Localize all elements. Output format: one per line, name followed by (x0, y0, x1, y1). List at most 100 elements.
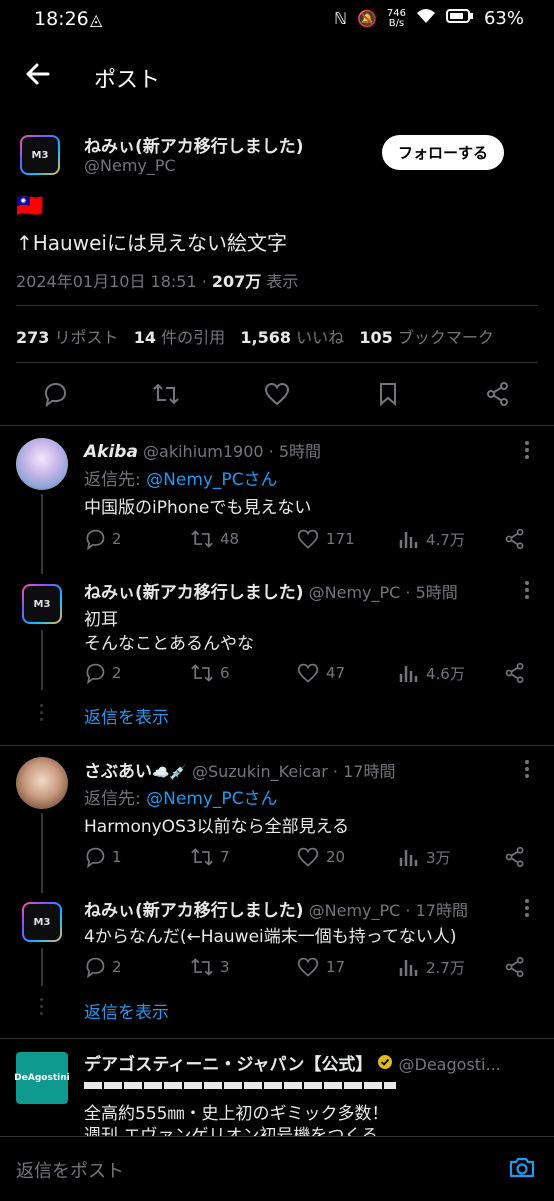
post-meta: 2024年01月10日 18:51 · 207万 表示 (16, 272, 299, 291)
more-icon[interactable] (524, 898, 530, 922)
reply-time: 5時間 (415, 583, 458, 602)
more-icon[interactable] (524, 580, 530, 604)
share-icon[interactable] (485, 381, 511, 411)
reply-to-link[interactable]: @Nemy_PCさん (146, 789, 277, 809)
reply-action-repost[interactable]: 3 (190, 956, 230, 978)
likes-label[interactable]: いいね (296, 328, 344, 347)
quotes-label[interactable]: 件の引用 (161, 328, 225, 347)
reply-action-like[interactable]: 171 (296, 528, 355, 550)
share-icon[interactable] (504, 662, 526, 688)
reply-action-reply[interactable]: 2 (84, 528, 122, 550)
views-count: 4.6万 (426, 664, 465, 683)
share-icon[interactable] (504, 846, 526, 872)
reply-author-name[interactable]: さぶあい (84, 762, 152, 782)
post-stats: 273 リポスト 14 件の引用 1,568 いいね 105 ブックマーク (16, 324, 494, 348)
reply-action-like[interactable]: 17 (296, 956, 345, 978)
reply-action-reply[interactable]: 1 (84, 846, 122, 868)
ad-avatar[interactable]: DeAgostini (14, 1052, 70, 1104)
divider (0, 745, 554, 746)
reply-author-handle[interactable]: @akihium1900 (143, 442, 264, 461)
net-speed: 746 B/s (387, 8, 406, 29)
divider (0, 1038, 554, 1039)
reply-header: ねみぃ(新アカ移行しました) @Nemy_PC · 17時間 (84, 901, 468, 921)
reply-action-repost[interactable]: 48 (190, 528, 239, 550)
back-arrow-icon[interactable] (24, 60, 54, 90)
reply-avatar[interactable] (16, 757, 68, 809)
show-replies-link[interactable]: 返信を表示 (84, 703, 169, 728)
reply-time: 17時間 (415, 901, 468, 920)
reply-header: ねみぃ(新アカ移行しました) @Nemy_PC · 5時間 (84, 583, 458, 603)
bookmark-icon[interactable] (376, 381, 400, 411)
reply-action-like[interactable]: 20 (296, 846, 345, 868)
ad-decor-bar (84, 1082, 396, 1089)
bookmarks-label[interactable]: ブックマーク (398, 328, 494, 347)
reply-action-views[interactable]: 2.7万 (398, 956, 465, 978)
mute-icon: 🔕 (356, 9, 377, 28)
cloud-emoji-icon: ☁️💉 (152, 765, 187, 781)
ad-author-handle[interactable]: @Deagosti... (399, 1055, 501, 1074)
share-icon[interactable] (504, 956, 526, 982)
reply-avatar[interactable] (16, 438, 68, 490)
compose-bar: 返信をポスト (0, 1136, 554, 1201)
share-icon[interactable] (504, 528, 526, 554)
reply-count: 2 (112, 958, 122, 976)
reply-action-repost[interactable]: 6 (190, 662, 230, 684)
reply-action-repost[interactable]: 7 (190, 846, 230, 868)
more-icon[interactable] (524, 759, 530, 783)
reply-action-reply[interactable]: 2 (84, 956, 122, 978)
reply-action-views[interactable]: 4.7万 (398, 528, 465, 550)
reply-action-like[interactable]: 47 (296, 662, 345, 684)
more-icon[interactable] (524, 440, 530, 464)
reply-count: 1 (112, 848, 122, 866)
likes-count[interactable]: 1,568 (240, 328, 291, 347)
reply-action-views[interactable]: 3万 (398, 846, 451, 868)
repost-count: 7 (220, 848, 230, 866)
reply-author-name[interactable]: Akiba (84, 442, 138, 462)
reposts-label[interactable]: リポスト (55, 328, 119, 347)
like-count: 20 (326, 848, 346, 866)
reposts-count[interactable]: 273 (16, 328, 49, 347)
wifi-icon (416, 8, 436, 29)
reply-header: さぶあい☁️💉 @Suzukin_Keicar · 17時間 (84, 762, 396, 782)
author-avatar[interactable]: M3 (20, 135, 60, 175)
reply-avatar[interactable]: M3 (22, 584, 62, 624)
like-count: 17 (326, 958, 346, 976)
repost-count: 6 (220, 664, 230, 682)
bookmarks-count[interactable]: 105 (359, 328, 392, 347)
camera-icon[interactable] (508, 1155, 536, 1183)
reply-to: 返信先: @Nemy_PCさん (84, 465, 278, 490)
reply-author-handle[interactable]: @Nemy_PC (309, 901, 401, 920)
ad-logo-text: DeAgostini (14, 1073, 70, 1083)
thread-line (41, 948, 43, 986)
reply-author-handle[interactable]: @Nemy_PC (309, 583, 401, 602)
thread-dots (40, 704, 44, 725)
reply-author-name[interactable]: ねみぃ(新アカ移行しました) (84, 583, 304, 603)
show-replies-link[interactable]: 返信を表示 (84, 998, 169, 1023)
ad-author-name[interactable]: デアゴスティーニ・ジャパン【公式】 (84, 1055, 372, 1075)
author-handle[interactable]: @Nemy_PC (84, 156, 176, 175)
repost-icon[interactable] (152, 381, 180, 411)
reply-time: 5時間 (278, 442, 322, 461)
status-bar: 18:26 ◬ ℕ 🔕 746 B/s 63% (0, 0, 554, 42)
reply-to-link[interactable]: @Nemy_PCさん (146, 470, 277, 490)
reply-header: Akiba @akihium1900 · 5時間 (84, 442, 322, 462)
divider (16, 362, 538, 363)
reply-author-name[interactable]: ねみぃ(新アカ移行しました) (84, 901, 304, 921)
reply-action-views[interactable]: 4.6万 (398, 662, 465, 684)
follow-button[interactable]: フォローする (382, 135, 505, 170)
reply-text: 4からなんだ(←Hauwei端末一個も持ってない人) (84, 927, 457, 947)
reply-action-reply[interactable]: 2 (84, 662, 122, 684)
thread-line (41, 494, 43, 574)
repost-count: 48 (220, 530, 240, 548)
verified-badge-icon (377, 1055, 393, 1074)
reply-author-handle[interactable]: @Suzukin_Keicar (192, 762, 328, 781)
reply-time: 17時間 (343, 762, 396, 781)
reply-avatar[interactable]: M3 (22, 902, 62, 942)
author-name[interactable]: ねみぃ(新アカ移行しました) (84, 132, 304, 157)
reply-count: 2 (112, 664, 122, 682)
like-icon[interactable] (263, 381, 291, 411)
reply-count: 2 (112, 530, 122, 548)
quotes-count[interactable]: 14 (134, 328, 156, 347)
compose-input[interactable]: 返信をポスト (16, 1157, 124, 1183)
reply-icon[interactable] (42, 381, 68, 411)
